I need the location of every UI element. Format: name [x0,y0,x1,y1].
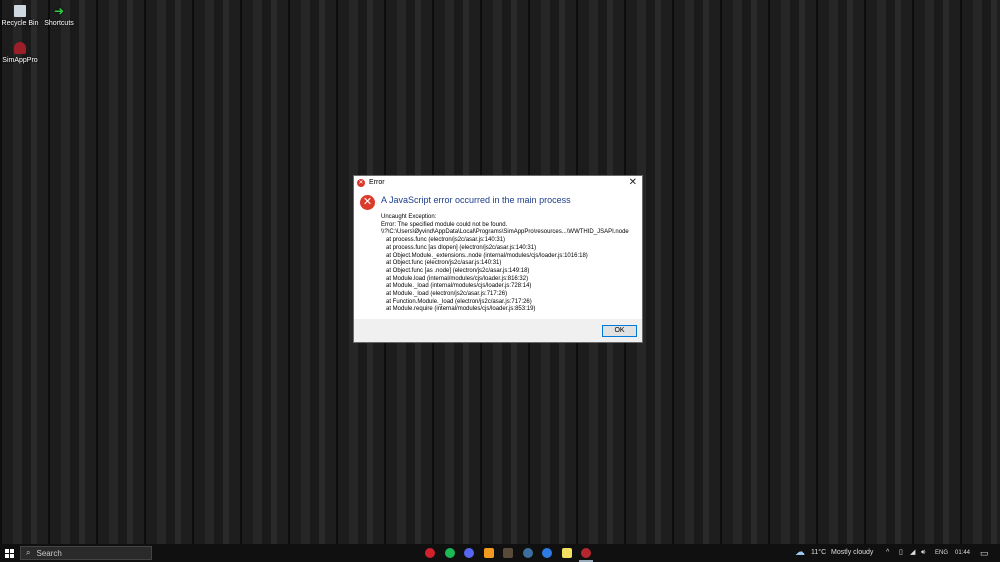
dialog-title: Error [369,179,385,186]
recycle-bin-icon [14,5,26,17]
error-heading: A JavaScript error occurred in the main … [381,195,571,205]
arrow-icon: ➜ [53,4,65,18]
stack-line: at Object.func [as .node] (electron/js2c… [386,267,530,274]
taskbar-app-app-orange[interactable] [483,548,494,558]
detail-line: Uncaught Exception: [381,214,437,220]
detail-line: \\?\C:\Users\Øyvind\AppData\Local\Progra… [381,229,629,236]
detail-line: Error: The specified module could not be… [381,221,508,228]
error-icon: ✕ [360,195,375,210]
desktop-icon-recycle-bin[interactable]: Recycle Bin [0,5,40,27]
desktop-icon-shortcuts[interactable]: ➜ Shortcuts [39,5,79,27]
dialog-footer: OK [354,319,642,342]
stack-line: at Function.Module._load (electron/js2c/… [386,298,532,305]
error-details: Uncaught Exception: Error: The specified… [381,214,629,314]
weather-temp[interactable]: 11°C [811,544,826,562]
taskbar-app-simappro[interactable] [581,548,591,558]
volume-icon[interactable]: 🔊︎ [921,544,925,562]
desktop-icon-simappro[interactable]: SimAppPro [0,42,40,64]
device-icon[interactable]: ▯ [899,544,903,562]
clock[interactable]: 01:44 [955,544,970,562]
taskbar-app-app-arc[interactable] [542,548,552,558]
weather-icon: ☁ [795,547,805,558]
close-button[interactable]: ✕ [629,177,637,188]
start-button[interactable] [0,544,18,562]
language-indicator[interactable]: ENG [935,544,948,562]
taskbar-app-spotify[interactable] [444,548,455,558]
stack-line: at Module._load (electron/js2c/asar.js:7… [386,291,508,298]
weather-text[interactable]: Mostly cloudy [831,544,873,562]
search-label: Search [36,548,62,558]
icon-label: Recycle Bin [1,20,39,27]
title-bar: ✕ Error [354,176,642,189]
icon-label: SimAppPro [2,57,38,64]
taskbar-app-opera[interactable] [425,548,435,558]
error-small-icon: ✕ [357,178,365,187]
taskbar-app-app-dark[interactable] [503,548,513,558]
stack-line: at process.func [as dlopen] (electron/js… [386,244,537,251]
search-box[interactable]: ⌕ Search [20,546,152,560]
stack-line: at Object.func (electron/js2c/asar.js:14… [386,260,502,267]
stack-line: at process.func (electron/js2c/asar.js:1… [386,237,506,244]
icon-label: Shortcuts [44,20,74,27]
taskbar: ⌕ Search ☁ 11°C Mostly cloudy ^ ▯ ◢ 🔊︎ E… [0,544,1000,562]
stack-line: at Module._load (internal/modules/cjs/lo… [386,283,532,290]
taskbar-app-discord[interactable] [464,548,474,558]
stack-line: at Object.Module._extensions..node (inte… [386,252,588,259]
network-icon[interactable]: ◢ [910,544,915,562]
windows-icon [4,548,14,558]
chevron-up-icon[interactable]: ^ [886,544,889,562]
taskbar-app-app-g[interactable] [561,548,572,558]
ok-button[interactable]: OK [602,325,637,337]
error-dialog: ✕ Error ✕ ✕ A JavaScript error occurred … [353,175,643,343]
stack-line: at Module.require (internal/modules/cjs/… [386,306,536,313]
search-icon: ⌕ [26,548,31,557]
notifications-icon[interactable]: ▭ [980,544,989,562]
stack-line: at Module.load (internal/modules/cjs/loa… [386,275,529,282]
taskbar-app-steam[interactable] [522,548,533,558]
simappro-icon [14,42,26,54]
